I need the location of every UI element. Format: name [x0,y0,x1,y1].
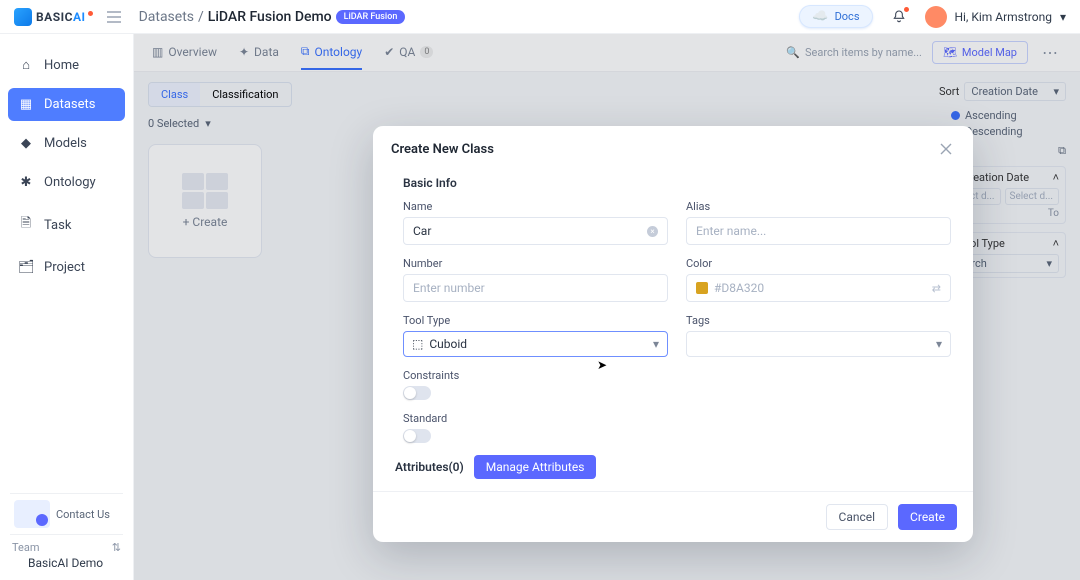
sidebar-item-project[interactable]: 🗂Project [8,251,125,284]
sidebar-item-task[interactable]: 🗎Task [8,205,125,245]
notifications-button[interactable] [891,9,907,25]
contact-us-link[interactable]: Contact Us [10,493,123,535]
chevron-down-icon: ▾ [1060,10,1066,24]
number-label: Number [403,257,668,270]
section-basic-info: Basic Info [403,176,951,190]
modal-close-button[interactable] [937,140,955,158]
cuboid-icon: ⬚ [412,337,423,351]
contact-illustration-icon [14,500,50,528]
number-input[interactable]: Enter number [403,274,668,302]
shuffle-color-button[interactable]: ⇄ [932,282,941,295]
color-input[interactable]: #D8A320 ⇄ [686,274,951,302]
logo-text: BASICAI [36,10,93,24]
alias-label: Alias [686,200,951,213]
clear-name-button[interactable]: × [647,226,658,237]
sidebar-item-datasets[interactable]: ▦Datasets [8,88,125,121]
manage-attributes-button[interactable]: Manage Attributes [474,455,597,479]
create-class-modal: Create New Class Basic Info Name Car × A… [373,126,973,542]
tooltype-select[interactable]: ⬚ Cuboid ▾ [403,331,668,357]
tags-select[interactable]: ▾ [686,331,951,357]
project-icon: 🗂 [18,260,34,275]
breadcrumb-current: LiDAR Fusion Demo [208,9,332,25]
home-icon: ⌂ [18,57,34,73]
name-input[interactable]: Car × [403,217,668,245]
alias-input[interactable]: Enter name... [686,217,951,245]
avatar [925,6,947,28]
sidebar-item-ontology[interactable]: ✱Ontology [8,166,125,199]
tags-label: Tags [686,314,951,327]
tooltype-label: Tool Type [403,314,668,327]
user-menu[interactable]: Hi, Kim Armstrong ▾ [925,6,1067,28]
team-name: BasicAI Demo [10,556,123,570]
datasets-icon: ▦ [18,97,34,112]
attributes-label: Attributes(0) [395,460,464,474]
breadcrumb-root[interactable]: Datasets [139,9,194,25]
modal-title: Create New Class [391,142,494,157]
chevron-down-icon: ▾ [936,337,942,351]
docs-label: Docs [835,10,860,23]
topbar: BASICAI Datasets / LiDAR Fusion Demo LiD… [0,0,1080,34]
cancel-button[interactable]: Cancel [826,504,889,530]
logo[interactable]: BASICAI [14,8,93,26]
create-button[interactable]: Create [898,504,957,530]
color-swatch-icon [696,282,708,294]
chevron-down-icon: ▾ [653,337,659,351]
sidebar-item-home[interactable]: ⌂Home [8,48,125,82]
logo-mark-icon [14,8,32,26]
content-area: ▥Overview ✦Data ⧉Ontology ✔QA0 🔍 Search … [134,34,1080,580]
breadcrumb: Datasets / LiDAR Fusion Demo LiDAR Fusio… [139,9,406,25]
team-switcher[interactable]: Team ⇅ [10,535,123,556]
docs-button[interactable]: ☁️ Docs [799,5,872,28]
dataset-type-pill: LiDAR Fusion [336,10,406,24]
color-label: Color [686,257,951,270]
sidebar-toggle-icon[interactable] [107,11,121,23]
notification-dot-icon [904,7,909,12]
name-label: Name [403,200,668,213]
sidebar: ⌂Home ▦Datasets ◆Models ✱Ontology 🗎Task … [0,34,134,580]
updown-icon: ⇅ [112,541,121,554]
constraints-toggle[interactable] [403,386,431,400]
user-greeting: Hi, Kim Armstrong [955,10,1052,24]
sidebar-item-models[interactable]: ◆Models [8,127,125,160]
task-icon: 🗎 [18,214,34,236]
ontology-icon: ✱ [18,175,34,190]
standard-label: Standard [403,412,951,425]
constraints-label: Constraints [403,369,951,382]
standard-toggle[interactable] [403,429,431,443]
models-icon: ◆ [18,136,34,151]
close-icon [940,143,952,155]
docs-icon: ☁️ [812,9,828,24]
